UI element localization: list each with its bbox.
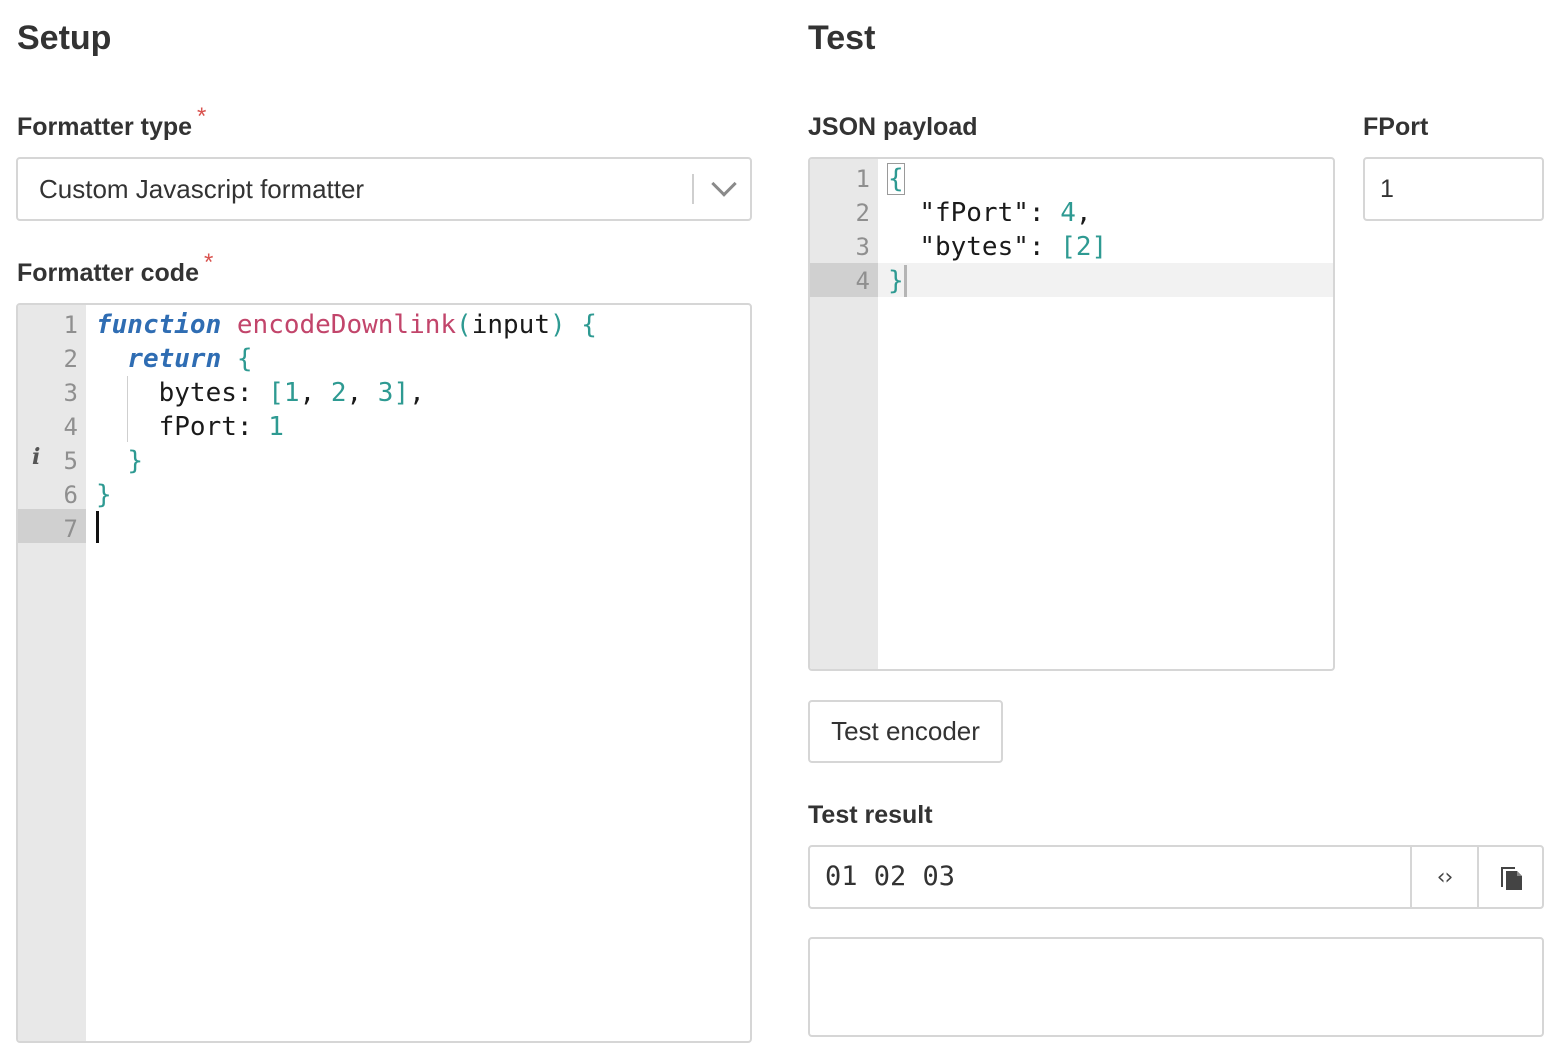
line-number: 2 xyxy=(63,345,78,373)
required-marker: * xyxy=(197,103,207,130)
line-numbers: 1 2 3 4 xyxy=(810,162,870,298)
test-encoder-button[interactable]: Test encoder xyxy=(808,700,1003,763)
line-number: 1 xyxy=(63,311,78,339)
fport-value: 1 xyxy=(1380,175,1394,203)
select-separator xyxy=(692,174,694,204)
code-line: "fPort": 4, xyxy=(919,198,1092,228)
code-line: } xyxy=(127,446,143,476)
code-line: fPort: 1 xyxy=(158,412,284,442)
test-result-label: Test result xyxy=(808,801,933,829)
code-brackets-icon: ‹› xyxy=(1436,864,1454,890)
formatter-type-selected: Custom Javascript formatter xyxy=(39,174,365,204)
text-cursor xyxy=(904,265,907,297)
json-payload-label: JSON payload xyxy=(808,113,978,141)
code-line: { xyxy=(887,163,905,195)
line-numbers: 1 2 3 4 5 6 7 xyxy=(18,308,78,546)
line-number: 6 xyxy=(63,481,78,509)
fport-input[interactable]: 1 xyxy=(1363,157,1544,221)
code-line: } xyxy=(888,266,904,296)
format-toggle-button[interactable]: ‹› xyxy=(1410,847,1477,907)
formatter-type-select[interactable]: Custom Javascript formatter xyxy=(16,157,752,221)
json-code-lines: { "fPort": 4, "bytes": [2] } xyxy=(887,162,1108,298)
formatter-code-label: Formatter code * xyxy=(17,249,213,288)
copy-button[interactable] xyxy=(1477,847,1542,907)
line-number: 4 xyxy=(855,267,870,295)
line-number: 3 xyxy=(855,233,870,261)
info-icon[interactable]: i xyxy=(32,444,40,470)
code-line: bytes: [1, 2, 3], xyxy=(158,378,425,408)
formatter-type-label: Formatter type * xyxy=(17,103,206,142)
line-number: 5 xyxy=(63,447,78,475)
test-result-value: 01 02 03 xyxy=(825,861,956,892)
test-result-field: 01 02 03 ‹› xyxy=(808,845,1544,909)
chevron-down-icon[interactable] xyxy=(711,171,737,197)
test-result-output xyxy=(808,937,1544,1037)
code-line: "bytes": [2] xyxy=(919,232,1108,262)
fport-label: FPort xyxy=(1363,113,1429,141)
formatter-type-label-text: Formatter type xyxy=(17,113,193,141)
code-line: return { xyxy=(127,344,253,374)
copy-icon xyxy=(1500,867,1522,890)
code-lines: function encodeDownlink(input) { return … xyxy=(96,308,597,546)
setup-heading: Setup xyxy=(17,19,112,57)
json-payload-editor[interactable]: 1 2 3 4 { "fPort": 4, "bytes": [2] } xyxy=(808,157,1335,671)
test-heading: Test xyxy=(808,19,876,57)
line-number: 4 xyxy=(63,413,78,441)
formatter-code-label-text: Formatter code xyxy=(17,259,199,287)
text-cursor xyxy=(96,511,99,543)
line-number: 1 xyxy=(855,165,870,193)
code-line: } xyxy=(96,480,112,510)
line-number: 7 xyxy=(63,515,78,543)
formatter-code-editor[interactable]: 1 2 3 4 5 6 7 i function encodeDownlink(… xyxy=(16,303,752,1043)
line-number: 3 xyxy=(63,379,78,407)
required-marker: * xyxy=(203,249,214,276)
line-number: 2 xyxy=(855,199,870,227)
code-line: function encodeDownlink(input) { xyxy=(96,310,597,340)
